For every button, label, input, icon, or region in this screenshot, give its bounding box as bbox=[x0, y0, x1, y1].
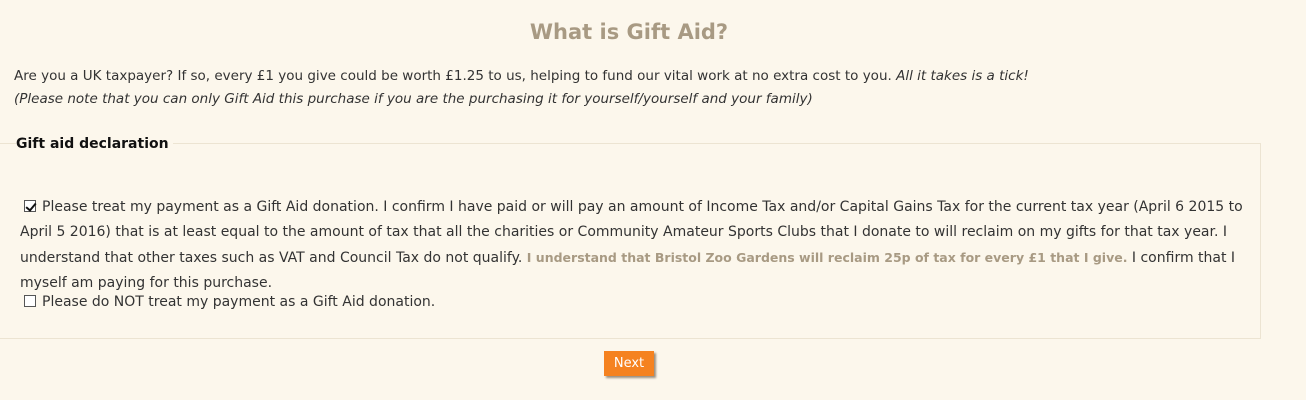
declaration-legend: Gift aid declaration bbox=[16, 134, 173, 154]
gift-aid-no-checkbox[interactable] bbox=[24, 295, 36, 307]
intro-emphasis: All it takes is a tick! bbox=[896, 68, 1029, 84]
reclaim-statement: I understand that Bristol Zoo Gardens wi… bbox=[526, 250, 1128, 265]
next-button[interactable]: Next bbox=[604, 351, 654, 376]
gift-aid-no-option[interactable]: Please do NOT treat my payment as a Gift… bbox=[24, 290, 1224, 314]
intro-text: Are you a UK taxpayer? If so, every £1 y… bbox=[14, 68, 892, 84]
gift-aid-yes-option[interactable]: Please treat my payment as a Gift Aid do… bbox=[20, 195, 1250, 296]
gift-aid-note: (Please note that you can only Gift Aid … bbox=[14, 91, 813, 107]
gift-aid-yes-checkbox[interactable] bbox=[24, 200, 36, 212]
gift-aid-intro: Are you a UK taxpayer? If so, every £1 y… bbox=[14, 64, 1254, 89]
gift-aid-no-text: Please do NOT treat my payment as a Gift… bbox=[42, 294, 436, 310]
page-title: What is Gift Aid? bbox=[529, 20, 729, 44]
